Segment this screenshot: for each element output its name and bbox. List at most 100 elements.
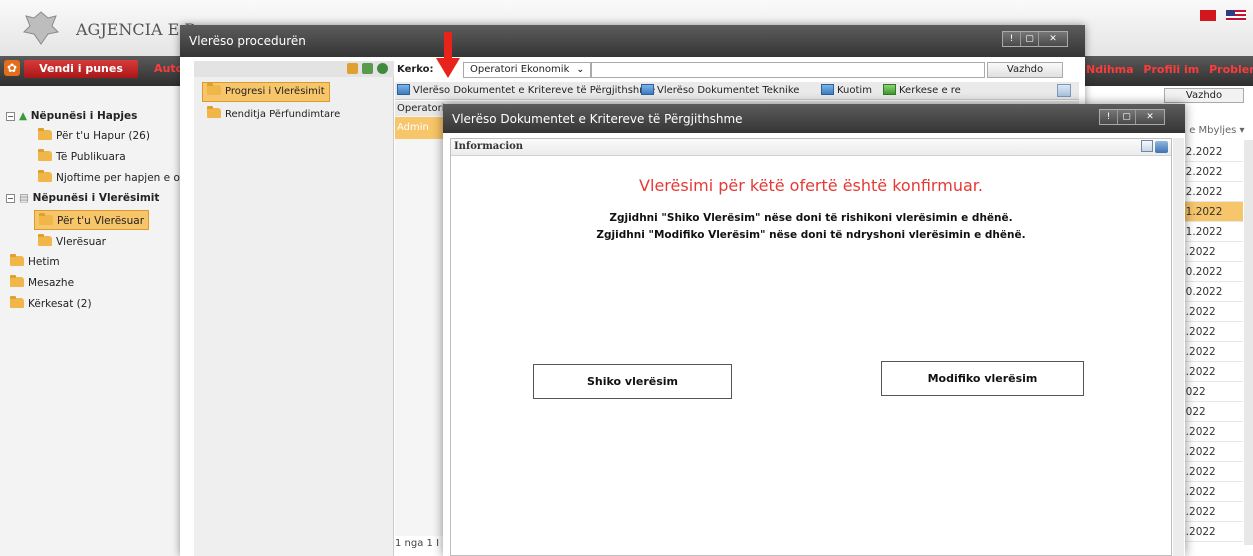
folder-icon bbox=[10, 296, 24, 308]
folder-icon bbox=[10, 254, 24, 266]
date-row[interactable]: 2.2022 bbox=[1175, 522, 1243, 542]
date-row[interactable]: 12.2022 bbox=[1175, 182, 1243, 202]
gear-icon[interactable]: ✿ bbox=[4, 60, 20, 76]
dialog-titlebar[interactable]: Vlerëso procedurën ! ▢ ✕ bbox=[180, 25, 1085, 57]
flag-albania-icon[interactable] bbox=[1200, 10, 1216, 21]
toolbar-refresh-icon[interactable] bbox=[1057, 84, 1071, 97]
view-evaluation-button[interactable]: Shiko vlerësim bbox=[533, 364, 732, 399]
tree-node-nepunesi-vleresimit[interactable]: − ▤ Nëpunësi i Vlerësimit bbox=[6, 188, 159, 208]
dialog-title: Vlerëso Dokumentet e Kritereve të Përgji… bbox=[452, 112, 743, 126]
date-row[interactable]: 10.2022 bbox=[1175, 262, 1243, 282]
tree-item-te-publikuara[interactable]: Të Publikuara bbox=[38, 147, 126, 167]
tree-item-vleresuar[interactable]: Vlerësuar bbox=[38, 232, 106, 252]
date-row[interactable]: 9.2022 bbox=[1175, 342, 1243, 362]
tree-item-per-tu-hapur[interactable]: Për t'u Hapur (26) bbox=[38, 126, 150, 146]
folder-icon bbox=[10, 275, 24, 287]
tree-item-kerkesat[interactable]: Kërkesat (2) bbox=[10, 294, 92, 314]
dialog-body: Informacion Vlerësimi për këtë ofertë ës… bbox=[450, 138, 1172, 556]
menu-profili[interactable]: Profili im bbox=[1143, 63, 1199, 76]
folder-icon bbox=[207, 106, 221, 118]
instruction-view: Zgjidhni "Shiko Vlerësim" nëse doni të r… bbox=[609, 212, 1013, 224]
close-icon[interactable]: ✕ bbox=[1039, 32, 1067, 46]
instruction-modify: Zgjidhni "Modifiko Vlerësim" nëse doni t… bbox=[596, 229, 1026, 241]
date-row[interactable]: 9.2022 bbox=[1175, 322, 1243, 342]
date-row[interactable]: 9.2022 bbox=[1175, 302, 1243, 322]
left-item-progresi[interactable]: Progresi i Vlerësimit bbox=[202, 82, 330, 102]
print-icon[interactable] bbox=[1141, 140, 1153, 152]
menu-problemet[interactable]: Problemet bbox=[1209, 63, 1253, 76]
search-vazhdo-button[interactable]: Vazhdo bbox=[987, 62, 1063, 78]
folder-icon bbox=[38, 149, 52, 161]
search-label: Kerko: bbox=[397, 64, 434, 75]
modify-evaluation-button[interactable]: Modifiko vlerësim bbox=[881, 361, 1084, 396]
grid-pager: 1 nga 1 I bbox=[395, 538, 440, 549]
confirmation-message: Vlerësimi për këtë ofertë është konfirmu… bbox=[639, 176, 983, 195]
tree-node-nepunesi-hapjes[interactable]: − ▲ Nëpunësi i Hapjes bbox=[6, 106, 137, 126]
dialog-scrollbar[interactable] bbox=[1173, 138, 1184, 556]
search-input[interactable] bbox=[591, 62, 985, 78]
date-row[interactable]: 11.2022 bbox=[1175, 222, 1243, 242]
collapse-icon[interactable]: − bbox=[6, 194, 15, 203]
info-bar: Informacion bbox=[451, 139, 1171, 156]
procedure-left-panel: Progresi i Vlerësimit Renditja Përfundim… bbox=[194, 61, 394, 556]
dialog-titlebar[interactable]: Vlerëso Dokumentet e Kritereve të Përgji… bbox=[443, 104, 1185, 133]
document-icon bbox=[641, 84, 654, 95]
tree-doc-icon: ▤ bbox=[19, 192, 33, 204]
add-document-icon bbox=[883, 84, 896, 95]
column-header-date[interactable]: ta e Mbyljes ▾ bbox=[1176, 125, 1245, 136]
menu-right-group: Ndihma Profili im Problemet Di bbox=[1086, 63, 1253, 76]
help-icon[interactable]: ! bbox=[1100, 110, 1118, 124]
left-item-renditja[interactable]: Renditja Përfundimtare bbox=[202, 106, 340, 124]
date-row[interactable]: 2.2022 bbox=[1175, 482, 1243, 502]
tree-item-hetim[interactable]: Hetim bbox=[10, 252, 60, 272]
folder-icon bbox=[39, 213, 53, 225]
toolbar-vlereso-kriteret[interactable]: Vlerëso Dokumentet e Kritereve të Përgji… bbox=[397, 82, 655, 100]
date-row[interactable]: 9.2022 bbox=[1175, 362, 1243, 382]
date-row[interactable]: 2022 bbox=[1175, 382, 1243, 402]
left-panel-toolbar bbox=[194, 61, 394, 77]
search-field-select[interactable]: Operatori Ekonomik ⌄ bbox=[463, 62, 591, 78]
menu-auto[interactable]: Auto bbox=[154, 60, 183, 78]
date-row[interactable]: 11.2022 bbox=[1175, 202, 1243, 222]
menu-ndihma[interactable]: Ndihma bbox=[1086, 63, 1134, 76]
users-icon[interactable] bbox=[347, 63, 358, 74]
help-icon[interactable]: ! bbox=[1003, 32, 1021, 46]
date-row[interactable]: 6.2022 bbox=[1175, 422, 1243, 442]
tree-item-mesazhe[interactable]: Mesazhe bbox=[10, 273, 74, 293]
date-row[interactable]: 12.2022 bbox=[1175, 142, 1243, 162]
window-controls: ! ▢ ✕ bbox=[1099, 109, 1165, 125]
folder-icon bbox=[38, 128, 52, 140]
maximize-icon[interactable]: ▢ bbox=[1118, 110, 1136, 124]
export-icon[interactable] bbox=[1155, 141, 1168, 153]
date-row[interactable]: 2022 bbox=[1175, 402, 1243, 422]
tree-item-per-tu-vleresuar[interactable]: Për t'u Vlerësuar bbox=[34, 210, 150, 230]
arrow-down-icon bbox=[436, 32, 460, 78]
evaluate-documents-dialog: Vlerëso Dokumentet e Kritereve të Përgji… bbox=[443, 104, 1185, 556]
close-icon[interactable]: ✕ bbox=[1136, 110, 1164, 124]
menu-vendi-i-punes[interactable]: Vendi i punes bbox=[24, 60, 138, 78]
maximize-icon[interactable]: ▢ bbox=[1021, 32, 1039, 46]
grid-row-admin[interactable]: Admin bbox=[395, 117, 450, 139]
date-row[interactable]: 5.2022 bbox=[1175, 442, 1243, 462]
date-row[interactable]: 5.2022 bbox=[1175, 462, 1243, 482]
tree-up-arrow-icon: ▲ bbox=[19, 110, 31, 122]
toolbar-vlereso-teknike[interactable]: Vlerëso Dokumentet Teknike bbox=[641, 82, 799, 100]
procedure-toolbar: Vlerëso Dokumentet e Kritereve të Përgji… bbox=[395, 82, 1079, 100]
toolbar-kerkese-e-re[interactable]: Kerkese e re bbox=[883, 82, 961, 100]
background-vazhdo-button[interactable]: Vazhdo bbox=[1164, 88, 1244, 103]
date-row[interactable]: 10.2022 bbox=[1175, 282, 1243, 302]
collapse-icon[interactable]: − bbox=[6, 112, 15, 121]
document-icon bbox=[397, 84, 410, 95]
background-scrollbar[interactable] bbox=[1244, 140, 1253, 545]
refresh-icon[interactable] bbox=[377, 63, 388, 74]
tree-icon[interactable] bbox=[362, 63, 373, 74]
toolbar-kuotim[interactable]: Kuotim bbox=[821, 82, 872, 100]
chevron-down-icon: ⌄ bbox=[576, 65, 584, 75]
date-row[interactable]: 12.2022 bbox=[1175, 162, 1243, 182]
date-row[interactable]: 1.2022 bbox=[1175, 242, 1243, 262]
folder-icon bbox=[207, 83, 221, 95]
flag-english-icon[interactable] bbox=[1226, 10, 1246, 21]
emblem-logo-icon bbox=[22, 11, 60, 45]
info-label: Informacion bbox=[454, 141, 524, 152]
date-row[interactable]: 2.2022 bbox=[1175, 502, 1243, 522]
